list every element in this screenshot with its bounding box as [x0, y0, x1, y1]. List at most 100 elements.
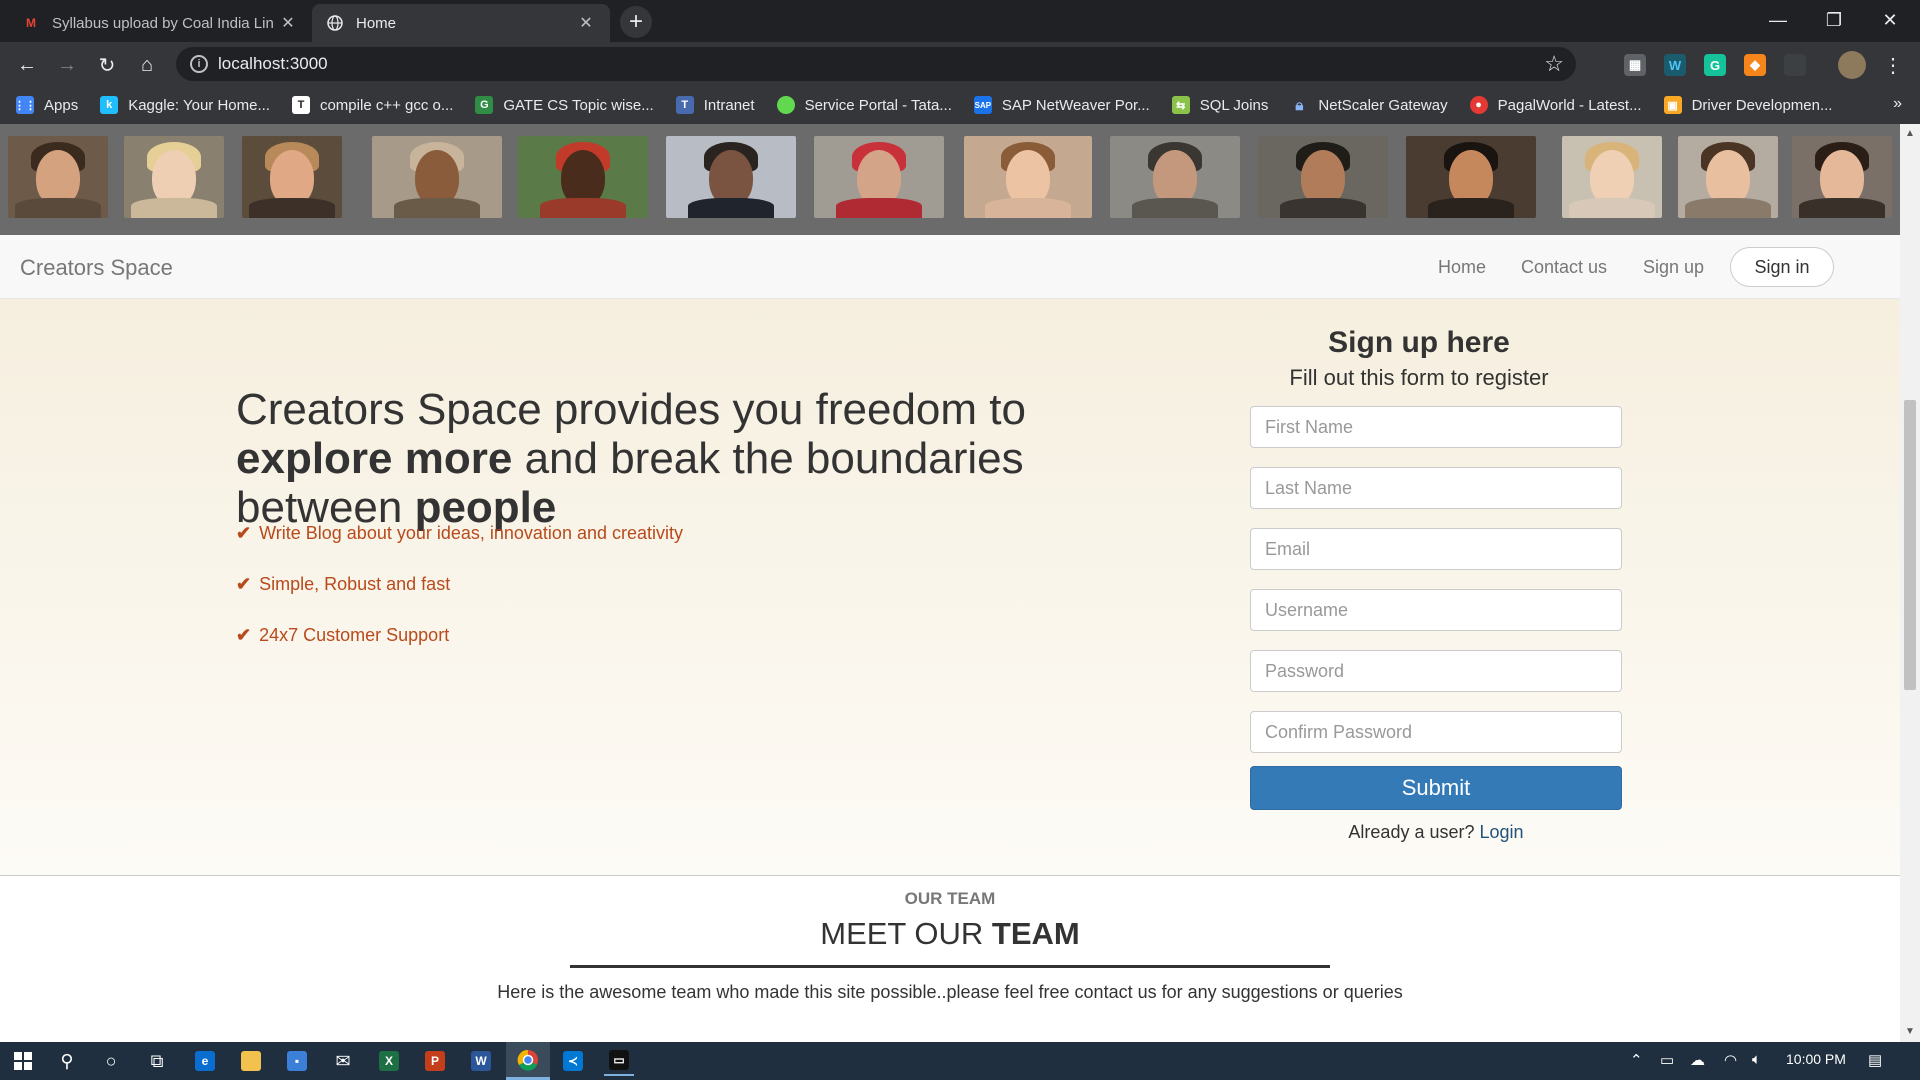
- store-icon[interactable]: ▪: [282, 1046, 312, 1076]
- submit-button[interactable]: Submit: [1250, 766, 1622, 810]
- email-field[interactable]: [1250, 528, 1622, 570]
- clock[interactable]: 10:00 PM: [1786, 1051, 1846, 1067]
- bookmark-sql-joins[interactable]: ⇆ SQL Joins: [1171, 96, 1268, 114]
- minimize-icon[interactable]: —: [1750, 0, 1806, 40]
- onedrive-icon[interactable]: ☁: [1690, 1051, 1705, 1069]
- menu-dots-icon[interactable]: ⋮: [1878, 50, 1908, 80]
- portal-icon: [776, 96, 795, 114]
- tray-chevron-icon[interactable]: ⌃: [1630, 1051, 1643, 1069]
- bookmark-kaggle[interactable]: k Kaggle: Your Home...: [100, 96, 270, 114]
- battery-icon[interactable]: ▭: [1660, 1051, 1674, 1069]
- team-section: OUR TEAM MEET OUR TEAM Here is the aweso…: [0, 876, 1900, 1042]
- extension-icon[interactable]: [1784, 54, 1806, 76]
- mail-icon[interactable]: ✉: [328, 1046, 358, 1076]
- login-prompt: Already a user? Login: [1348, 822, 1524, 842]
- team-photo: [1406, 136, 1536, 218]
- bookmark-compile[interactable]: T compile c++ gcc o...: [291, 96, 453, 114]
- tab-gmail[interactable]: M Syllabus upload by Coal India Lin ✕: [8, 4, 312, 42]
- search-icon[interactable]: ⚲: [52, 1046, 82, 1076]
- driver-icon: ▣: [1663, 96, 1682, 114]
- restore-icon[interactable]: ❐: [1806, 0, 1862, 40]
- team-eyebrow: OUR TEAM: [904, 889, 996, 908]
- back-icon[interactable]: ←: [12, 50, 42, 80]
- vscode-icon[interactable]: ≺: [558, 1046, 588, 1076]
- pagalworld-icon: ●: [1469, 96, 1488, 114]
- check-icon: ✔: [236, 574, 252, 594]
- team-photo: [8, 136, 108, 218]
- grammarly-icon[interactable]: G: [1704, 54, 1726, 76]
- address-bar[interactable]: i localhost:3000 ☆: [176, 47, 1576, 81]
- bookmark-pagalworld[interactable]: ● PagalWorld - Latest...: [1469, 96, 1642, 114]
- home-icon[interactable]: ⌂: [132, 50, 162, 80]
- file-explorer-icon[interactable]: [236, 1046, 266, 1076]
- word-icon[interactable]: W: [466, 1046, 496, 1076]
- gmail-icon: M: [26, 16, 36, 30]
- scroll-up-icon[interactable]: ▲: [1905, 128, 1915, 139]
- hero-headline: Creators Space provides you freedom to e…: [236, 385, 1026, 532]
- tab-title: Syllabus upload by Coal India Lin: [52, 14, 274, 32]
- nav-contact-link[interactable]: Contact us: [1521, 257, 1607, 278]
- brand-logo[interactable]: Creators Space: [20, 255, 173, 281]
- bookmark-netscaler[interactable]: 🔒︎ NetScaler Gateway: [1290, 96, 1447, 114]
- feature-item: ✔ Simple, Robust and fast: [236, 574, 451, 594]
- close-window-icon[interactable]: ✕: [1862, 0, 1918, 40]
- page-scrollbar[interactable]: ▲ ▼: [1900, 124, 1920, 1042]
- team-description: Here is the awesome team who made this s…: [497, 982, 1403, 1002]
- forward-icon[interactable]: →: [52, 50, 82, 80]
- url-text: localhost:3000: [218, 54, 328, 73]
- bookmark-gate[interactable]: G GATE CS Topic wise...: [475, 96, 654, 114]
- tab-home[interactable]: Home ✕: [312, 4, 610, 42]
- cortana-icon[interactable]: ○: [96, 1046, 126, 1076]
- kaggle-icon: k: [100, 96, 119, 114]
- apps-grid-icon: ⋮⋮: [14, 96, 36, 114]
- team-photo: [964, 136, 1092, 218]
- windows-start-icon[interactable]: [8, 1046, 38, 1076]
- t-icon: T: [291, 96, 310, 114]
- login-link[interactable]: Login: [1480, 822, 1524, 842]
- password-field[interactable]: [1250, 650, 1622, 692]
- username-field[interactable]: [1250, 589, 1622, 631]
- bookmark-sap[interactable]: SAP SAP NetWeaver Por...: [973, 96, 1150, 114]
- team-photo: [1792, 136, 1892, 218]
- feature-item: ✔ 24x7 Customer Support: [236, 625, 450, 645]
- extension-w-icon[interactable]: W: [1664, 54, 1686, 76]
- scrollbar-thumb[interactable]: [1904, 400, 1916, 690]
- form-title: Sign up here: [1328, 326, 1510, 359]
- bookmark-intranet[interactable]: T Intranet: [675, 96, 755, 114]
- site-navbar: Creators Space Home Contact us Sign up S…: [0, 235, 1900, 299]
- last-name-field[interactable]: [1250, 467, 1622, 509]
- more-bookmarks-icon[interactable]: »: [1893, 95, 1902, 113]
- first-name-field[interactable]: [1250, 406, 1622, 448]
- terminal-icon[interactable]: ▭: [604, 1046, 634, 1076]
- edge-icon[interactable]: e: [190, 1046, 220, 1076]
- browser-toolbar: ← → ↻ ⌂ i localhost:3000 ☆ ▦ W G ◆ ⋮: [0, 42, 1920, 86]
- task-view-icon[interactable]: ⧉: [142, 1046, 172, 1076]
- new-tab-button[interactable]: +: [620, 6, 652, 38]
- close-tab-icon[interactable]: ✕: [278, 13, 298, 33]
- team-photo: [666, 136, 796, 218]
- nav-home-link[interactable]: Home: [1438, 257, 1486, 278]
- bookmark-service-portal[interactable]: Service Portal - Tata...: [776, 96, 952, 114]
- nav-signup-link[interactable]: Sign up: [1643, 257, 1704, 278]
- bookmark-driver[interactable]: ▣ Driver Developmen...: [1663, 96, 1832, 114]
- tata-icon: T: [675, 96, 694, 114]
- bookmark-star-icon[interactable]: ☆: [1544, 51, 1564, 77]
- qr-code-icon[interactable]: ▦: [1624, 54, 1646, 76]
- team-divider: [570, 965, 1330, 968]
- confirm-password-field[interactable]: [1250, 711, 1622, 753]
- wifi-icon[interactable]: ◠: [1724, 1051, 1737, 1069]
- reload-icon[interactable]: ↻: [92, 50, 122, 80]
- excel-icon[interactable]: X: [374, 1046, 404, 1076]
- info-icon[interactable]: i: [190, 55, 208, 73]
- profile-avatar[interactable]: [1838, 51, 1866, 79]
- notifications-icon[interactable]: ▤: [1868, 1051, 1882, 1069]
- close-tab-icon[interactable]: ✕: [576, 13, 596, 33]
- bookmark-apps[interactable]: ⋮⋮ Apps: [14, 96, 78, 114]
- metamask-icon[interactable]: ◆: [1744, 54, 1766, 76]
- powerpoint-icon[interactable]: P: [420, 1046, 450, 1076]
- scroll-down-icon[interactable]: ▼: [1905, 1026, 1915, 1037]
- volume-icon[interactable]: 🔈︎: [1752, 1051, 1761, 1068]
- windows-taskbar: ⚲ ○ ⧉ e ▪ ✉ X P W ≺ ▭ ⌃ ▭ ☁ ◠ 🔈︎ 10:00 P…: [0, 1042, 1920, 1080]
- chrome-icon[interactable]: [506, 1042, 550, 1080]
- signin-button[interactable]: Sign in: [1730, 247, 1834, 287]
